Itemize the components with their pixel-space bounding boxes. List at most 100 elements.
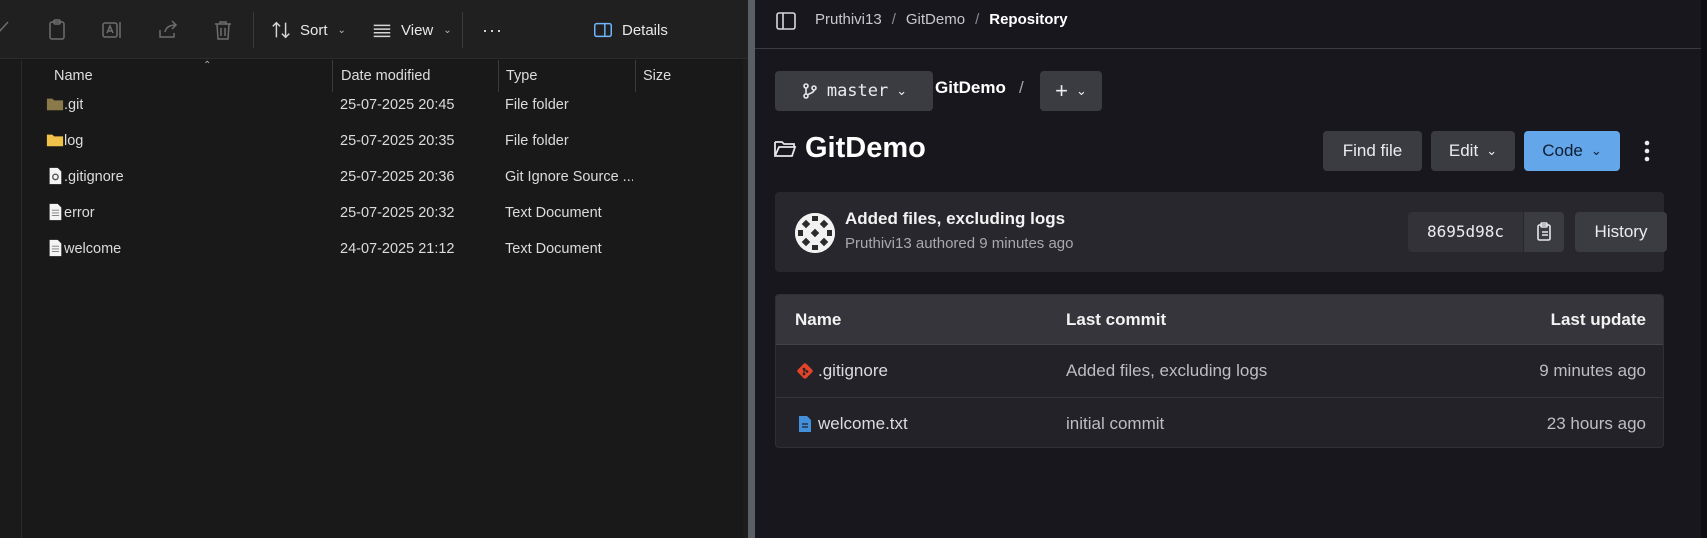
file-date: 25-07-2025 20:45 [340, 97, 455, 113]
branch-icon [803, 83, 817, 99]
file-type: Text Document [505, 241, 602, 257]
path-separator: / [1019, 78, 1024, 97]
commit-meta: Pruthivi13 authored 9 minutes ago [845, 235, 1074, 252]
table-row[interactable]: .gitignore Added files, excluding logs 9… [776, 345, 1663, 397]
find-file-label: Find file [1342, 141, 1403, 160]
chevron-down-icon: ⌄ [1486, 143, 1498, 158]
folder-icon [46, 98, 64, 111]
header-name: Name [795, 310, 842, 329]
breadcrumb-separator: / [975, 11, 980, 28]
commit-author[interactable]: Pruthivi13 [845, 235, 912, 252]
file-type: Git Ignore Source ... [505, 169, 633, 185]
chevron-down-icon: ⌄ [1075, 83, 1087, 98]
file-type: File folder [505, 133, 569, 149]
last-update-time: 9 minutes ago [1539, 361, 1646, 380]
plus-icon: + [1055, 78, 1068, 103]
document-icon [799, 416, 811, 432]
toolbar-divider [462, 12, 463, 48]
sort-button[interactable]: Sort ⌄ [262, 14, 354, 46]
share-icon[interactable] [156, 18, 180, 42]
repository-scrollbar[interactable] [1701, 0, 1707, 538]
commit-sha[interactable]: 8695d98c [1408, 212, 1523, 252]
window-divider [748, 0, 755, 538]
details-label: Details [622, 21, 668, 39]
text-file-icon [49, 203, 62, 221]
chevron-down-icon: ⌄ [443, 24, 452, 36]
copy-sha-button[interactable] [1524, 212, 1564, 252]
file-row[interactable]: error 25-07-2025 20:32 Text Document [22, 195, 748, 231]
rename-icon[interactable] [100, 18, 124, 42]
branch-selector[interactable]: master ⌄ [775, 71, 933, 111]
details-pane-icon [594, 22, 612, 38]
edit-button[interactable]: Edit ⌄ [1431, 131, 1515, 171]
file-date: 25-07-2025 20:32 [340, 205, 455, 221]
more-options-button[interactable]: ··· [474, 14, 511, 46]
header-last-commit: Last commit [1066, 310, 1167, 329]
file-type: Text Document [505, 205, 602, 221]
add-to-tree-button[interactable]: + ⌄ [1040, 71, 1102, 111]
file-date: 24-07-2025 21:12 [340, 241, 455, 257]
folder-open-icon [774, 141, 797, 157]
file-name: welcome [64, 241, 122, 257]
path-root[interactable]: GitDemo [935, 78, 1006, 98]
gear-file-icon [49, 167, 62, 185]
text-file-icon [49, 239, 62, 257]
edit-label: Edit [1448, 141, 1479, 160]
commit-time: authored 9 minutes ago [915, 235, 1074, 252]
sidebar-toggle-icon[interactable] [775, 10, 797, 32]
sort-label: Sort [300, 21, 328, 39]
file-explorer-window: Sort ⌄ View ⌄ ··· Details ⌃ Name Date mo… [0, 0, 748, 538]
file-row[interactable]: welcome 24-07-2025 21:12 Text Document [22, 231, 748, 267]
navigation-pane-edge [0, 60, 22, 538]
file-name: log [64, 133, 84, 149]
breadcrumb-current[interactable]: Repository [989, 11, 1067, 28]
file-row[interactable]: .git 25-07-2025 20:45 File folder [22, 87, 748, 123]
repository-window: Pruthivi13 / GitDemo / Repository master… [755, 0, 1707, 538]
folder-icon [46, 134, 64, 147]
more-icon: ··· [482, 19, 503, 40]
toolbar-divider [253, 12, 254, 48]
last-commit-card: Added files, excluding logs Pruthivi13 a… [775, 192, 1667, 272]
kebab-menu-icon[interactable] [1635, 136, 1659, 166]
file-tree-table: Name Last commit Last update .gitignore … [775, 294, 1664, 448]
top-bar: Pruthivi13 / GitDemo / Repository [755, 0, 1707, 49]
cut-icon[interactable] [0, 18, 14, 42]
table-header: Name Last commit Last update [776, 295, 1663, 345]
paste-icon[interactable] [45, 18, 69, 42]
file-name: .gitignore [64, 169, 124, 185]
chevron-down-icon: ⌄ [896, 83, 908, 98]
file-row[interactable]: .gitignore 25-07-2025 20:36 Git Ignore S… [22, 159, 748, 195]
file-row[interactable]: log 25-07-2025 20:35 File folder [22, 123, 748, 159]
page-title: GitDemo [805, 132, 926, 164]
file-date: 25-07-2025 20:35 [340, 133, 455, 149]
code-button[interactable]: Code ⌄ [1524, 131, 1620, 171]
header-last-update: Last update [1550, 310, 1646, 329]
last-commit-link[interactable]: initial commit [1066, 398, 1164, 447]
branch-name: master [826, 81, 889, 101]
view-label: View [401, 21, 434, 39]
commit-message[interactable]: Added files, excluding logs [845, 209, 1065, 229]
view-button[interactable]: View ⌄ [363, 14, 460, 46]
breadcrumb-owner[interactable]: Pruthivi13 [815, 11, 882, 28]
sort-icon [272, 21, 290, 39]
breadcrumb-project[interactable]: GitDemo [906, 11, 965, 28]
delete-icon[interactable] [211, 18, 235, 42]
view-icon [373, 24, 391, 38]
find-file-button[interactable]: Find file [1323, 131, 1422, 171]
file-name: error [64, 205, 95, 221]
avatar[interactable] [795, 213, 835, 253]
file-name-link[interactable]: welcome.txt [818, 398, 908, 447]
file-name-link[interactable]: .gitignore [818, 345, 888, 397]
table-row[interactable]: welcome.txt initial commit 23 hours ago [776, 397, 1663, 447]
git-icon [797, 363, 813, 379]
file-type: File folder [505, 97, 569, 113]
details-pane-button[interactable]: Details [584, 14, 676, 46]
clipboard-icon [1537, 222, 1551, 241]
history-button[interactable]: History [1575, 212, 1667, 252]
explorer-toolbar: Sort ⌄ View ⌄ ··· Details [0, 0, 748, 59]
last-commit-link[interactable]: Added files, excluding logs [1066, 345, 1267, 397]
history-label: History [1594, 222, 1648, 241]
code-label: Code [1542, 141, 1583, 160]
breadcrumb-separator: / [891, 11, 896, 28]
file-name: .git [64, 97, 84, 113]
